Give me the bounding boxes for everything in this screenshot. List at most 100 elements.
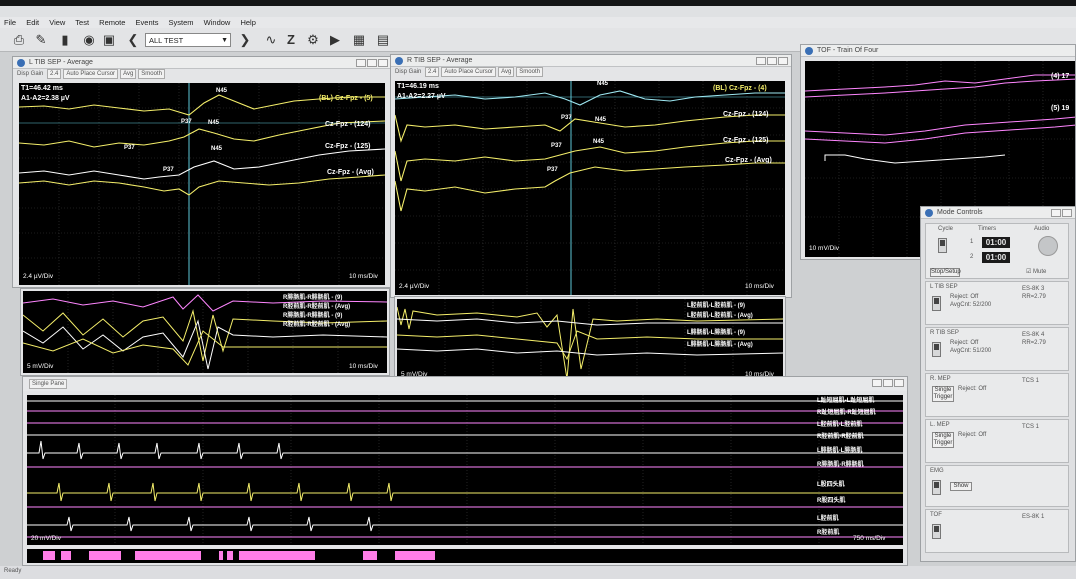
smooth-button[interactable]: Smooth	[516, 67, 543, 77]
menu-edit[interactable]: Edit	[26, 18, 39, 27]
peak-marker[interactable]: P37	[181, 119, 192, 125]
channel-trace	[27, 440, 903, 460]
peak-marker[interactable]: P37	[124, 145, 135, 151]
disp-gain-field[interactable]: 2.4	[47, 69, 62, 79]
r-emg-plot[interactable]: R腓肠肌-R腓肠肌 - (9) R胫前肌-R胫前肌 - (Avg) R腓肠肌-R…	[23, 291, 387, 373]
menu-remote[interactable]: Remote	[99, 18, 125, 27]
timer-2[interactable]: 01:00	[982, 252, 1010, 263]
close-icon[interactable]	[894, 379, 904, 387]
peak-marker[interactable]: P37	[551, 143, 562, 149]
auto-place-cursor-button[interactable]: Auto Place Cursor	[63, 69, 119, 79]
r-tib-sep-mode: R TIB SEP Reject: Off AvgCnt: 51/200 ES-…	[925, 327, 1069, 371]
trace-label: R腓肠肌-R腓肠肌 - (9)	[283, 313, 343, 319]
freerun-plot[interactable]: L趾短屈肌-L趾短屈肌 R趾短屈肌-R趾短屈肌 L胫前肌-L胫前肌 R胫前肌-R…	[27, 395, 903, 545]
next-arrow-icon[interactable]: ❯	[236, 31, 254, 49]
trace-label: Cz-Fpz - (125)	[325, 143, 371, 150]
notes-icon[interactable]: ▤	[374, 31, 392, 49]
peak-marker[interactable]: P37	[163, 167, 174, 173]
channel-label: L胫前肌-L胫前肌	[817, 422, 863, 428]
prev-arrow-icon[interactable]: ❮	[124, 31, 142, 49]
stop-setup-button[interactable]: Stop/Setup	[930, 268, 961, 277]
plot-svg	[19, 83, 385, 285]
menu-system[interactable]: System	[169, 18, 194, 27]
menu-events[interactable]: Events	[136, 18, 159, 27]
r-mep-single-trigger-button[interactable]: Single Trigger	[932, 386, 954, 402]
minimize-icon[interactable]	[356, 59, 366, 67]
avg-button[interactable]: Avg	[120, 69, 137, 79]
app-icon	[17, 59, 25, 67]
menu-window[interactable]: Window	[204, 18, 231, 27]
menu-file[interactable]: File	[4, 18, 16, 27]
smooth-button[interactable]: Smooth	[138, 69, 165, 79]
tof-ratio-label: (4) 17	[1051, 73, 1070, 80]
avg-button[interactable]: Avg	[498, 67, 515, 77]
print-icon[interactable]: ⎙	[10, 31, 28, 49]
maximize-icon[interactable]	[367, 59, 377, 67]
menu-view[interactable]: View	[49, 18, 65, 27]
auto-place-cursor-button[interactable]: Auto Place Cursor	[441, 67, 497, 77]
channel-label: R腓肠肌-R腓肠肌	[817, 462, 864, 468]
cycle-switch[interactable]	[938, 238, 947, 253]
r-tib-plot[interactable]: T1=46.19 ms A1-A2=2.27 µV (BL) Cz-Fpz - …	[395, 81, 785, 295]
maximize-icon[interactable]	[767, 57, 777, 65]
l-emg-plot[interactable]: L胫前肌-L胫前肌 - (9) L胫前肌-L胫前肌 - (Avg) L腓肠肌-L…	[397, 299, 783, 381]
tof-mode: TOF ES-8K 1	[925, 509, 1069, 553]
settings-icon[interactable]: ⚙	[304, 31, 322, 49]
battery-icon[interactable]: ▮	[56, 31, 74, 49]
trace-label: L胫前肌-L胫前肌 - (Avg)	[687, 313, 753, 319]
emg-show-button[interactable]: Show	[950, 482, 972, 491]
disp-gain-field[interactable]: 2.4	[425, 67, 440, 77]
l-tib-plot[interactable]: T1=46.42 ms A1-A2=2.38 µV (BL) Cz-Fpz - …	[19, 83, 385, 285]
app-icon	[805, 47, 813, 55]
timer-1[interactable]: 01:00	[982, 237, 1010, 248]
peak-marker[interactable]: N45	[211, 146, 222, 152]
tof-trace	[824, 154, 1006, 164]
minimize-icon[interactable]	[872, 379, 882, 387]
l-tib-sep-mode: L TIB SEP Reject: Off AvgCnt: 52/200 ES-…	[925, 281, 1069, 325]
minimize-icon[interactable]	[756, 57, 766, 65]
tof-switch[interactable]	[932, 524, 941, 539]
close-icon[interactable]	[378, 59, 388, 67]
screen-icon[interactable]: ▣	[100, 31, 118, 49]
peak-marker[interactable]: N45	[595, 117, 606, 123]
menu-help[interactable]: Help	[240, 18, 255, 27]
peak-marker[interactable]: N45	[597, 81, 608, 87]
trace-label: Cz-Fpz - (125)	[723, 137, 769, 144]
test-selector[interactable]: ALL TEST ▼	[145, 33, 231, 47]
display-mode-select[interactable]: Single Pane	[29, 379, 68, 389]
x-scale-label: 10 ms/Div	[349, 273, 378, 280]
trace-avg	[395, 162, 785, 212]
peak-marker[interactable]: P37	[547, 167, 558, 173]
mute-checkbox[interactable]: ☑ Mute	[1026, 268, 1046, 275]
waveform-icon[interactable]: ∿	[262, 31, 280, 49]
l-mep-single-trigger-button[interactable]: Single Trigger	[932, 432, 954, 448]
menu-bar: File Edit View Test Remote Events System…	[0, 17, 1076, 28]
z-icon[interactable]: Z	[282, 31, 300, 49]
l-mep-mode: L. MEP Single Trigger Reject: Off TCS 1	[925, 419, 1069, 463]
peak-marker[interactable]: N45	[208, 120, 219, 126]
volume-knob-icon[interactable]	[1038, 236, 1058, 256]
minimize-icon[interactable]	[1051, 209, 1061, 217]
lock-icon[interactable]: ◉	[80, 31, 98, 49]
layout-icon[interactable]: ▦	[350, 31, 368, 49]
peak-marker[interactable]: N45	[216, 88, 227, 94]
peak-marker[interactable]: P37	[561, 115, 572, 121]
cursor-time-readout: T1=46.42 ms	[21, 85, 63, 92]
l-tib-switch[interactable]	[932, 296, 941, 311]
channel-label: L股四头肌	[817, 482, 845, 488]
cursor-amplitude-readout: A1-A2=2.38 µV	[21, 95, 70, 102]
play-icon[interactable]: ▶	[326, 31, 344, 49]
peak-marker[interactable]: N45	[593, 139, 604, 145]
close-icon[interactable]	[778, 57, 788, 65]
r-tib-switch[interactable]	[932, 342, 941, 357]
menu-test[interactable]: Test	[75, 18, 89, 27]
y-scale-label: 5 mV/Div	[27, 363, 54, 370]
trace-label: R胫前肌-R胫前肌 - (Avg)	[283, 304, 351, 310]
r-emg-window: R腓肠肌-R腓肠肌 - (9) R胫前肌-R胫前肌 - (Avg) R腓肠肌-R…	[20, 288, 390, 376]
report-icon[interactable]: ✎	[32, 31, 50, 49]
close-icon[interactable]	[1062, 209, 1072, 217]
window-title: Mode Controls	[937, 209, 983, 216]
maximize-icon[interactable]	[883, 379, 893, 387]
emg-switch[interactable]	[932, 480, 941, 495]
trace-label: Cz-Fpz - (Avg)	[725, 157, 772, 164]
